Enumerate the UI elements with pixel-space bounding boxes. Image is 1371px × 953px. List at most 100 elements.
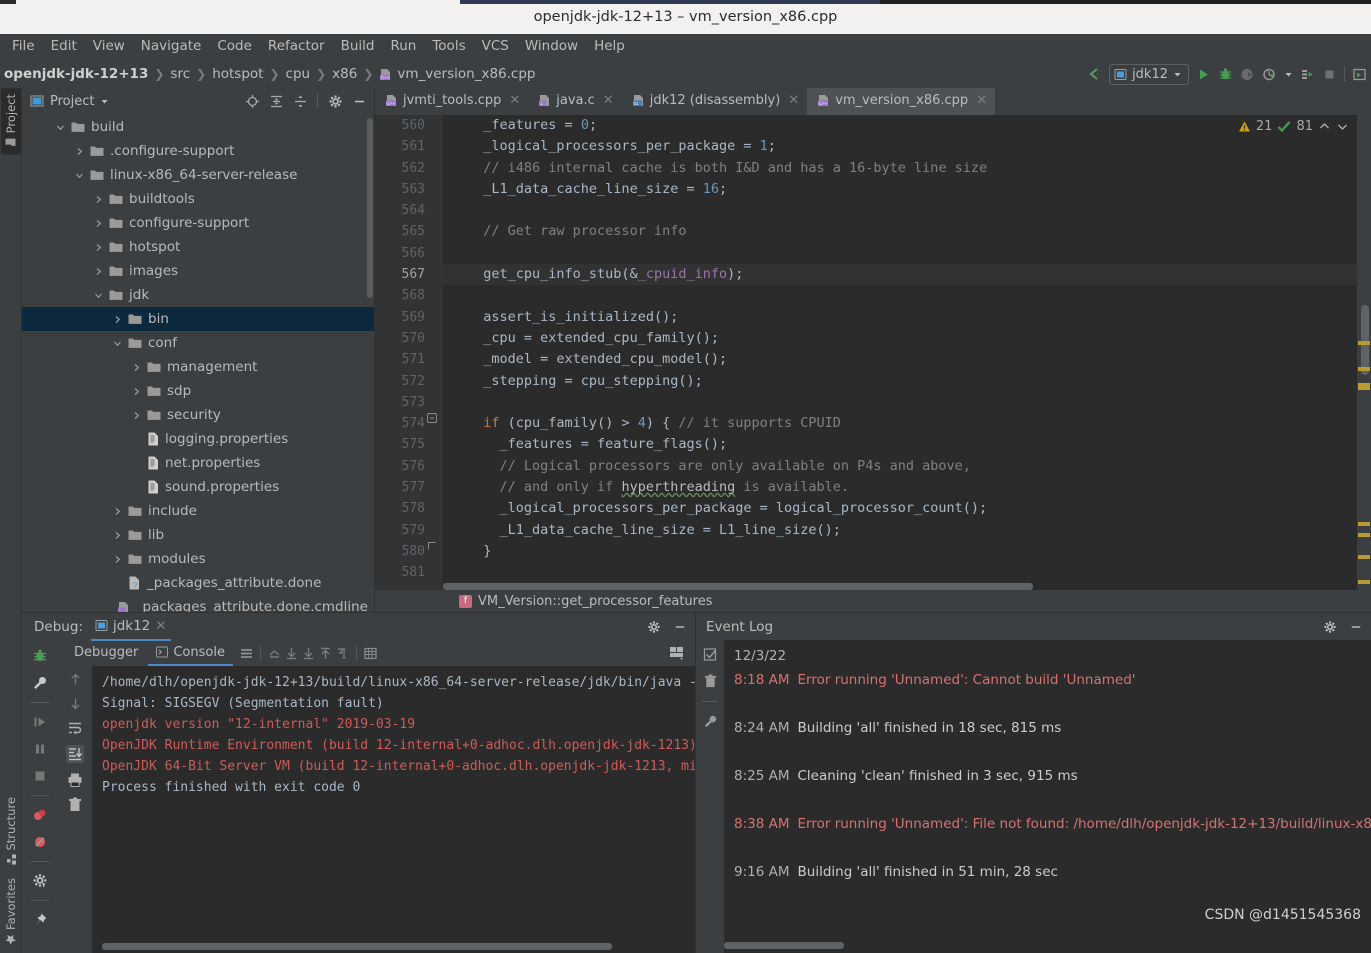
chevron-right-icon[interactable] bbox=[110, 531, 124, 540]
warning-marker[interactable] bbox=[1358, 533, 1370, 537]
chevron-down-icon[interactable] bbox=[110, 339, 124, 348]
close-icon[interactable]: ✕ bbox=[976, 93, 987, 108]
event-log-entry[interactable]: 8:18 AM Error running 'Unnamed': Cannot b… bbox=[734, 668, 1371, 692]
editor-horizontal-scrollbar[interactable] bbox=[443, 583, 1033, 590]
project-tree-node[interactable]: configure-support bbox=[22, 211, 374, 235]
menu-refactor[interactable]: Refactor bbox=[260, 37, 333, 57]
stop-icon[interactable] bbox=[1322, 67, 1337, 82]
soft-wrap-icon[interactable] bbox=[67, 720, 83, 736]
chevron-right-icon[interactable] bbox=[91, 195, 105, 204]
event-log-entry[interactable]: 8:25 AM Cleaning 'clean' finished in 3 se… bbox=[734, 764, 1371, 788]
event-log-horizontal-scrollbar[interactable] bbox=[724, 942, 844, 949]
code-line[interactable]: 579 _L1_data_cache_line_size = L1_line_s… bbox=[402, 520, 1371, 541]
scroll-end-icon[interactable] bbox=[301, 646, 316, 661]
code-line[interactable]: 564 bbox=[402, 200, 1371, 221]
editor-tab-vm_version_x86[interactable]: C++ vm_version_x86.cpp ✕ bbox=[807, 88, 996, 115]
hide-icon[interactable] bbox=[350, 92, 368, 110]
chevron-right-icon[interactable] bbox=[110, 507, 124, 516]
menu-code[interactable]: Code bbox=[209, 37, 260, 57]
event-log-entry[interactable]: 8:38 AM Error running 'Unnamed': File not… bbox=[734, 812, 1371, 836]
wrench-icon[interactable] bbox=[32, 675, 48, 691]
code-line[interactable]: 567 get_cpu_info_stub(&_cpuid_info); bbox=[402, 264, 1371, 286]
code-line[interactable]: 572 _stepping = cpu_stepping(); bbox=[402, 371, 1371, 392]
trim-icon[interactable] bbox=[335, 646, 350, 661]
fold-collapse-icon[interactable] bbox=[427, 413, 439, 424]
editor-tab-jvmti_tools[interactable]: C++ jvmti_tools.cpp ✕ bbox=[375, 88, 528, 115]
chevron-right-icon[interactable] bbox=[72, 147, 86, 156]
warning-marker[interactable] bbox=[1358, 367, 1370, 371]
project-tree-node[interactable]: buildtools bbox=[22, 187, 374, 211]
scroll-top-icon[interactable] bbox=[318, 646, 333, 661]
chevron-down-icon[interactable] bbox=[100, 97, 109, 106]
project-tree-node[interactable]: .configure-support bbox=[22, 139, 374, 163]
menu-navigate[interactable]: Navigate bbox=[133, 37, 210, 57]
code-line[interactable]: 575 _features = feature_flags(); bbox=[402, 434, 1371, 455]
chevron-up-icon[interactable] bbox=[1318, 120, 1331, 133]
breadcrumb-item-project[interactable]: openjdk-jdk-12+13 bbox=[4, 66, 148, 82]
code-line[interactable]: 566 bbox=[402, 243, 1371, 264]
project-tree-node[interactable]: hotspot bbox=[22, 235, 374, 259]
debug-icon[interactable] bbox=[1218, 67, 1233, 82]
menu-tools[interactable]: Tools bbox=[424, 37, 473, 57]
scroll-to-end-icon[interactable] bbox=[66, 745, 84, 763]
menu-view[interactable]: View bbox=[85, 37, 133, 57]
minimize-icon[interactable] bbox=[1349, 620, 1363, 634]
editor-vertical-scrollbar[interactable] bbox=[1361, 305, 1369, 375]
profile-icon[interactable] bbox=[1262, 67, 1277, 82]
resume-icon[interactable] bbox=[32, 714, 48, 730]
menu-run[interactable]: Run bbox=[382, 37, 424, 57]
gear-icon[interactable] bbox=[647, 620, 661, 634]
warning-marker[interactable] bbox=[1358, 580, 1370, 584]
locate-icon[interactable] bbox=[243, 92, 261, 110]
table-icon[interactable] bbox=[363, 646, 378, 661]
event-log-entry[interactable]: 8:24 AM Building 'all' finished in 18 sec… bbox=[734, 716, 1371, 740]
collapse-all-icon[interactable] bbox=[291, 92, 309, 110]
code-line[interactable]: 577 // and only if hyperthreading is ava… bbox=[402, 477, 1371, 498]
project-tree-node[interactable]: conf bbox=[22, 331, 374, 355]
code-editor[interactable]: 560 _features = 0; 561 _logical_processor… bbox=[375, 115, 1371, 590]
code-line[interactable]: 560 _features = 0; bbox=[402, 115, 1371, 136]
chevron-right-icon[interactable] bbox=[91, 243, 105, 252]
fold-end-icon[interactable] bbox=[427, 541, 439, 551]
soft-wrap-icon[interactable] bbox=[239, 646, 254, 661]
tab-debugger[interactable]: Debugger bbox=[66, 640, 146, 666]
code-line[interactable]: 571 _model = extended_cpu_model(); bbox=[402, 349, 1371, 370]
settings-gear-icon[interactable] bbox=[32, 873, 48, 889]
editor-marker-gutter[interactable] bbox=[1357, 115, 1371, 590]
menu-edit[interactable]: Edit bbox=[43, 37, 85, 57]
code-line[interactable]: 573 bbox=[402, 392, 1371, 413]
breadcrumb-item-x86[interactable]: x86 bbox=[332, 66, 357, 82]
layout-settings-icon[interactable] bbox=[669, 645, 685, 661]
project-tree-node[interactable]: build bbox=[22, 115, 374, 139]
menu-vcs[interactable]: VCS bbox=[474, 37, 517, 57]
chevron-down-icon[interactable] bbox=[72, 171, 86, 180]
tab-console[interactable]: Console bbox=[148, 640, 233, 666]
close-icon[interactable]: ✕ bbox=[603, 93, 614, 108]
sidebar-tab-favorites[interactable]: Favorites bbox=[4, 878, 18, 945]
editor-tab-java-c[interactable]: c java.c ✕ bbox=[528, 88, 621, 115]
chevron-down-icon[interactable] bbox=[91, 291, 105, 300]
warning-marker[interactable] bbox=[1358, 383, 1370, 390]
code-line[interactable]: 563 _L1_data_cache_line_size = 16; bbox=[402, 179, 1371, 200]
code-line[interactable]: 570 _cpu = extended_cpu_family(); bbox=[402, 328, 1371, 349]
project-tree-node[interactable]: sdp bbox=[22, 379, 374, 403]
chevron-right-icon[interactable] bbox=[110, 315, 124, 324]
attach-process-icon[interactable] bbox=[1300, 67, 1315, 82]
menu-build[interactable]: Build bbox=[333, 37, 383, 57]
up-arrow-icon[interactable] bbox=[68, 672, 83, 687]
stop-square-icon[interactable] bbox=[32, 768, 48, 784]
mute-breakpoints-icon[interactable] bbox=[32, 834, 48, 850]
warning-marker[interactable] bbox=[1358, 555, 1370, 559]
project-tree-node[interactable]: include bbox=[22, 499, 374, 523]
warning-marker[interactable] bbox=[1358, 341, 1370, 345]
breadcrumb-item-cpu[interactable]: cpu bbox=[286, 66, 311, 82]
chevron-down-icon[interactable] bbox=[1284, 70, 1293, 79]
wrench-icon[interactable] bbox=[703, 714, 718, 729]
chevron-right-icon[interactable] bbox=[91, 219, 105, 228]
close-icon[interactable]: ✕ bbox=[155, 618, 166, 634]
run-with-coverage-icon[interactable] bbox=[1240, 67, 1255, 82]
code-line[interactable]: 576 // Logical processors are only avail… bbox=[402, 456, 1371, 477]
scroll-down-icon[interactable] bbox=[284, 646, 299, 661]
down-arrow-icon[interactable] bbox=[68, 696, 83, 711]
project-tree-node[interactable]: linux-x86_64-server-release bbox=[22, 163, 374, 187]
